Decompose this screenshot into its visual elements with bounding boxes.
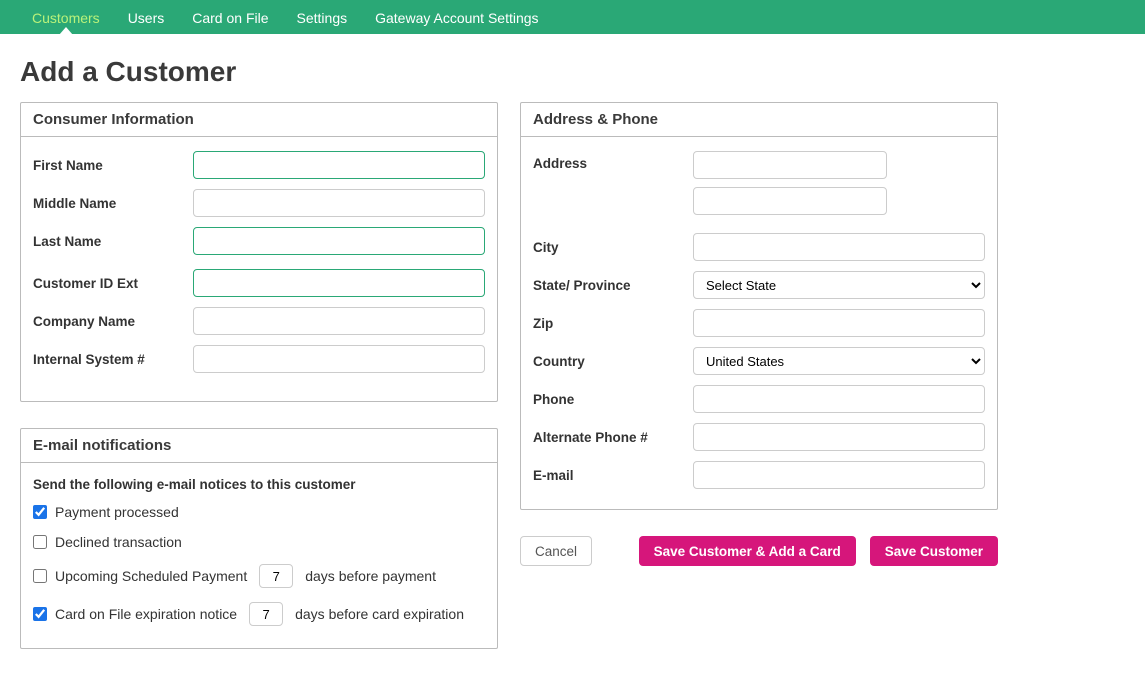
nav-label: Customers [32, 10, 100, 26]
input-customer-id-ext[interactable] [193, 269, 485, 297]
cancel-button[interactable]: Cancel [520, 536, 592, 566]
action-row: Cancel Save Customer & Add a Card Save C… [520, 536, 998, 566]
label-last-name: Last Name [33, 234, 193, 249]
row-address: Address [533, 151, 985, 223]
nav-users[interactable]: Users [114, 2, 179, 34]
panel-body: First Name Middle Name Last Name Custome… [21, 137, 497, 401]
nav-customers[interactable]: Customers [18, 2, 114, 34]
row-company-name: Company Name [33, 307, 485, 335]
select-state[interactable]: Select State [693, 271, 985, 299]
label-internal-system: Internal System # [33, 352, 193, 367]
checkbox-payment-processed[interactable] [33, 505, 47, 519]
save-add-card-button[interactable]: Save Customer & Add a Card [639, 536, 856, 566]
label-customer-id-ext: Customer ID Ext [33, 276, 193, 291]
checkbox-card-expiration[interactable] [33, 607, 47, 621]
panel-header: Consumer Information [21, 103, 497, 137]
row-last-name: Last Name [33, 227, 485, 255]
nav-label: Card on File [192, 10, 268, 26]
row-first-name: First Name [33, 151, 485, 179]
input-phone[interactable] [693, 385, 985, 413]
row-internal-system: Internal System # [33, 345, 485, 373]
row-zip: Zip [533, 309, 985, 337]
label-phone: Phone [533, 392, 693, 407]
row-phone: Phone [533, 385, 985, 413]
label-payment-processed: Payment processed [55, 504, 179, 520]
input-zip[interactable] [693, 309, 985, 337]
row-email: E-mail [533, 461, 985, 489]
left-column: Consumer Information First Name Middle N… [20, 102, 498, 675]
save-customer-button[interactable]: Save Customer [870, 536, 998, 566]
input-upcoming-days[interactable] [259, 564, 293, 588]
label-upcoming-scheduled: Upcoming Scheduled Payment [55, 568, 247, 584]
notice-intro: Send the following e-mail notices to thi… [33, 477, 485, 492]
panel-header: Address & Phone [521, 103, 997, 137]
label-card-expiration: Card on File expiration notice [55, 606, 237, 622]
checkbox-upcoming-scheduled[interactable] [33, 569, 47, 583]
panel-body: Send the following e-mail notices to thi… [21, 463, 497, 648]
row-payment-processed: Payment processed [33, 504, 485, 520]
suffix-card-expiration: days before card expiration [295, 606, 464, 622]
suffix-upcoming-scheduled: days before payment [305, 568, 436, 584]
panel-header: E-mail notifications [21, 429, 497, 463]
nav-label: Settings [297, 10, 348, 26]
nav-settings[interactable]: Settings [283, 2, 362, 34]
label-company-name: Company Name [33, 314, 193, 329]
form-columns: Consumer Information First Name Middle N… [0, 102, 1145, 675]
row-customer-id-ext: Customer ID Ext [33, 269, 485, 297]
row-alt-phone: Alternate Phone # [533, 423, 985, 451]
row-upcoming-scheduled: Upcoming Scheduled Payment days before p… [33, 564, 485, 588]
row-country: Country United States [533, 347, 985, 375]
input-last-name[interactable] [193, 227, 485, 255]
label-declined-transaction: Declined transaction [55, 534, 182, 550]
right-column: Address & Phone Address City State/ Prov… [520, 102, 998, 566]
row-declined-transaction: Declined transaction [33, 534, 485, 550]
input-expiration-days[interactable] [249, 602, 283, 626]
label-first-name: First Name [33, 158, 193, 173]
label-address: Address [533, 151, 693, 171]
label-city: City [533, 240, 693, 255]
address-stack [693, 151, 985, 223]
input-internal-system[interactable] [193, 345, 485, 373]
input-company-name[interactable] [193, 307, 485, 335]
input-middle-name[interactable] [193, 189, 485, 217]
input-address-line2[interactable] [693, 187, 887, 215]
input-city[interactable] [693, 233, 985, 261]
main-nav: Customers Users Card on File Settings Ga… [0, 2, 1145, 34]
select-country[interactable]: United States [693, 347, 985, 375]
page-title: Add a Customer [20, 56, 1145, 88]
row-city: City [533, 233, 985, 261]
nav-label: Gateway Account Settings [375, 10, 538, 26]
panel-email-notifications: E-mail notifications Send the following … [20, 428, 498, 649]
input-email[interactable] [693, 461, 985, 489]
label-country: Country [533, 354, 693, 369]
nav-label: Users [128, 10, 165, 26]
input-first-name[interactable] [193, 151, 485, 179]
checkbox-declined-transaction[interactable] [33, 535, 47, 549]
nav-gateway-account-settings[interactable]: Gateway Account Settings [361, 2, 552, 34]
label-alt-phone: Alternate Phone # [533, 430, 693, 445]
input-address-line1[interactable] [693, 151, 887, 179]
row-state: State/ Province Select State [533, 271, 985, 299]
row-middle-name: Middle Name [33, 189, 485, 217]
label-email: E-mail [533, 468, 693, 483]
label-state: State/ Province [533, 278, 693, 293]
input-alt-phone[interactable] [693, 423, 985, 451]
row-card-expiration: Card on File expiration notice days befo… [33, 602, 485, 626]
label-middle-name: Middle Name [33, 196, 193, 211]
panel-address-phone: Address & Phone Address City State/ Prov… [520, 102, 998, 510]
label-zip: Zip [533, 316, 693, 331]
panel-body: Address City State/ Province Select Stat… [521, 137, 997, 509]
panel-consumer-info: Consumer Information First Name Middle N… [20, 102, 498, 402]
nav-card-on-file[interactable]: Card on File [178, 2, 282, 34]
